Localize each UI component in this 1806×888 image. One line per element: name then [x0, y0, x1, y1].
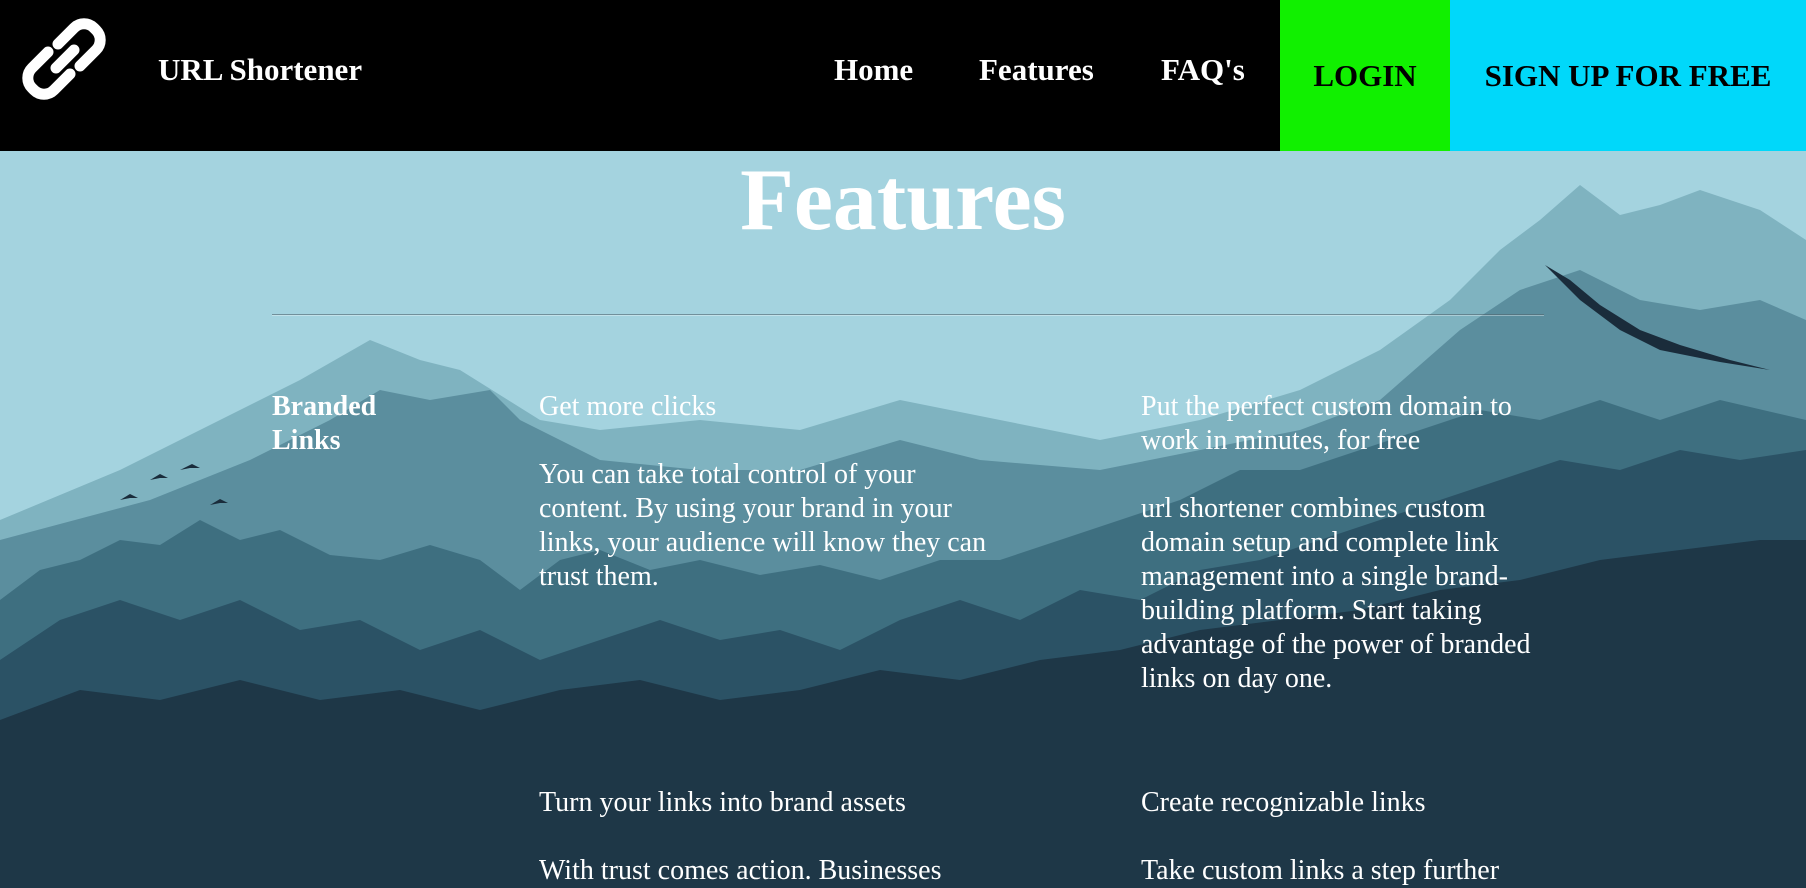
top-nav: URL Shortener Home Features FAQ's LOGIN …	[0, 0, 1806, 151]
nav-faqs[interactable]: FAQ's	[1161, 52, 1245, 88]
feature-body: Take custom links a step further	[1141, 855, 1500, 886]
section-label: Branded Links	[272, 391, 377, 456]
login-button[interactable]: LOGIN	[1280, 0, 1450, 151]
feature-heading: Put the perfect custom domain to work in…	[1141, 391, 1512, 456]
feature-body: You can take total control of your conte…	[539, 459, 987, 592]
feature-heading: Get more clicks	[539, 391, 717, 422]
feature-heading: Create recognizable links	[1141, 787, 1426, 818]
link-icon[interactable]	[18, 14, 110, 104]
brand-name[interactable]: URL Shortener	[158, 52, 362, 88]
feature-heading: Turn your links into brand assets	[539, 787, 906, 818]
feature-body: url shortener combines custom domain set…	[1141, 493, 1531, 694]
divider	[272, 314, 1544, 315]
page-title: Features	[740, 152, 1066, 249]
signup-button[interactable]: SIGN UP FOR FREE	[1450, 0, 1806, 151]
nav-features[interactable]: Features	[979, 52, 1094, 88]
nav-home[interactable]: Home	[834, 52, 913, 88]
feature-body: With trust comes action. Businesses	[539, 855, 942, 886]
